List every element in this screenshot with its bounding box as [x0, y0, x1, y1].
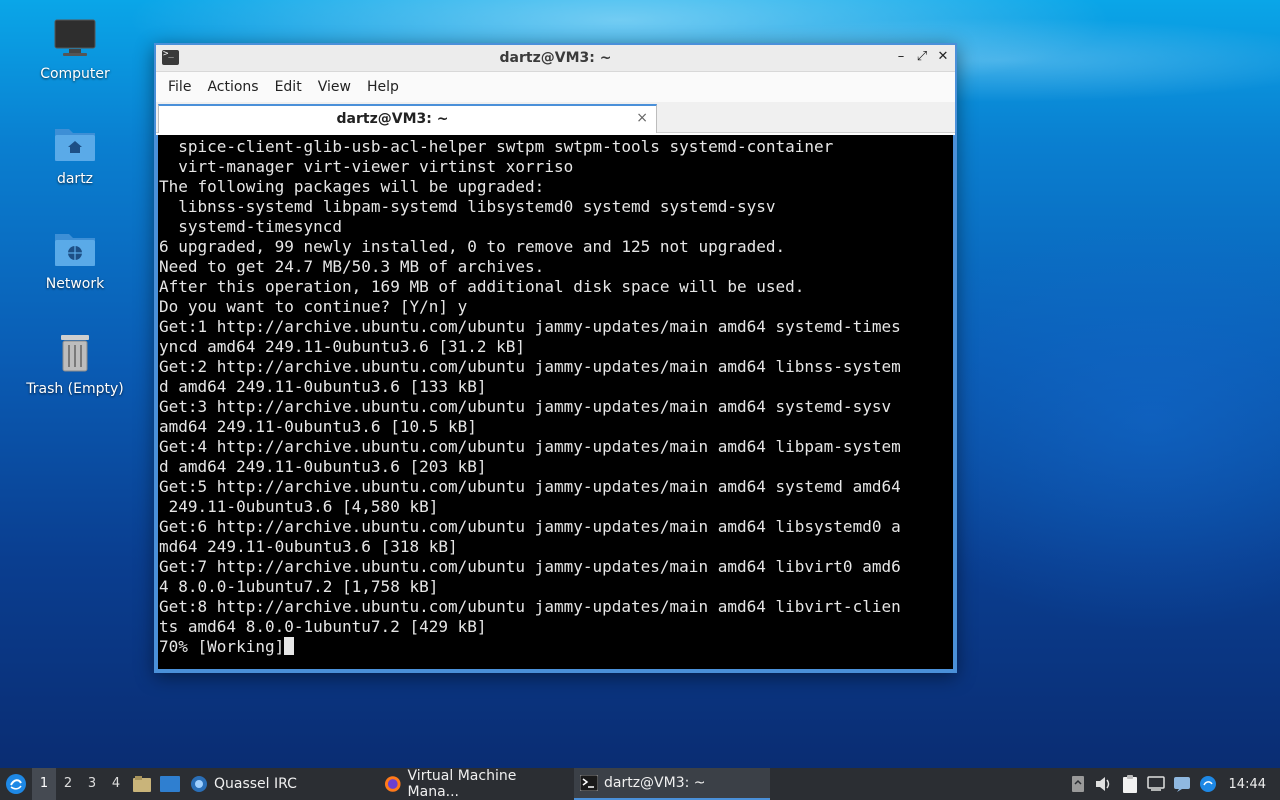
desktop-icon-label: dartz: [56, 171, 94, 187]
lubuntu-logo-icon: [6, 774, 26, 794]
desktop-icon-network[interactable]: Network: [20, 226, 130, 292]
terminal-line: Get:4 http://archive.ubuntu.com/ubuntu j…: [159, 437, 901, 456]
taskbar: 1 2 3 4 Quassel IRC Virtual Machine Mana…: [0, 768, 1280, 800]
task-virtual-machine-manager[interactable]: Virtual Machine Mana...: [378, 768, 574, 800]
terminal-line: ts amd64 8.0.0-1ubuntu7.2 [429 kB]: [159, 617, 487, 636]
terminal-line: Get:3 http://archive.ubuntu.com/ubuntu j…: [159, 397, 892, 416]
desktop-icon-label: Computer: [40, 66, 110, 82]
tab-bar: dartz@VM3: ~ ×: [156, 102, 955, 133]
workspace-2[interactable]: 2: [56, 768, 80, 800]
task-label: dartz@VM3: ~: [604, 775, 706, 791]
clock[interactable]: 14:44: [1221, 777, 1280, 792]
network-status-icon[interactable]: [1143, 768, 1169, 800]
terminal-line: Get:8 http://archive.ubuntu.com/ubuntu j…: [159, 597, 901, 616]
application-menu-button[interactable]: [0, 768, 32, 800]
tab-close-icon[interactable]: ×: [636, 110, 648, 126]
terminal-line: The following packages will be upgraded:: [159, 177, 545, 196]
terminal-line: 4 8.0.0-1ubuntu7.2 [1,758 kB]: [159, 577, 439, 596]
terminal-output[interactable]: spice-client-glib-usb-acl-helper swtpm s…: [156, 135, 955, 671]
volume-control-icon[interactable]: [1065, 768, 1091, 800]
speaker-icon[interactable]: [1091, 768, 1117, 800]
terminal-cursor: [284, 637, 295, 655]
window-title: dartz@VM3: ~: [499, 50, 612, 66]
workspace-1[interactable]: 1: [32, 768, 56, 800]
firefox-icon: [384, 776, 401, 792]
home-folder-icon: [53, 121, 97, 165]
update-notifier-icon[interactable]: [1195, 768, 1221, 800]
desktop-icon-label: Trash (Empty): [26, 381, 124, 397]
terminal-line: 249.11-0ubuntu3.6 [4,580 kB]: [159, 497, 439, 516]
task-terminal[interactable]: dartz@VM3: ~: [574, 768, 770, 800]
terminal-line: d amd64 249.11-0ubuntu3.6 [133 kB]: [159, 377, 487, 396]
workspace-3[interactable]: 3: [80, 768, 104, 800]
quassel-icon: [191, 776, 207, 792]
desktop-icon-dartz[interactable]: dartz: [20, 121, 130, 187]
window-titlebar[interactable]: dartz@VM3: ~ – ⤢ ✕: [156, 45, 955, 72]
terminal-line: Do you want to continue? [Y/n] y: [159, 297, 468, 316]
task-label: Virtual Machine Mana...: [407, 768, 517, 800]
menu-edit[interactable]: Edit: [267, 79, 310, 95]
show-desktop-button[interactable]: [156, 768, 184, 800]
terminal-line: yncd amd64 249.11-0ubuntu3.6 [31.2 kB]: [159, 337, 526, 356]
terminal-line: systemd-timesyncd: [159, 217, 343, 236]
file-manager-icon: [133, 776, 151, 792]
file-manager-launcher[interactable]: [128, 768, 156, 800]
clipboard-icon[interactable]: [1117, 768, 1143, 800]
desktop-icon-computer[interactable]: Computer: [20, 16, 130, 82]
terminal-line: libnss-systemd libpam-systemd libsystemd…: [159, 197, 776, 216]
menu-help[interactable]: Help: [359, 79, 407, 95]
tab-label: dartz@VM3: ~: [336, 111, 449, 127]
maximize-button[interactable]: ⤢: [916, 49, 928, 65]
system-tray: 14:44: [1065, 768, 1280, 800]
terminal-line: Get:5 http://archive.ubuntu.com/ubuntu j…: [159, 477, 901, 496]
terminal-prompt-line: 70% [Working]: [159, 637, 953, 657]
network-folder-icon: [53, 226, 97, 270]
menu-bar: File Actions Edit View Help: [156, 72, 955, 102]
notification-icon[interactable]: [1169, 768, 1195, 800]
close-button[interactable]: ✕: [937, 49, 949, 65]
terminal-progress-text: 70% [Working]: [159, 637, 285, 656]
window-controls: – ⤢ ✕: [895, 49, 949, 65]
terminal-line: Get:1 http://archive.ubuntu.com/ubuntu j…: [159, 317, 901, 336]
trash-icon: [53, 331, 97, 375]
terminal-line: After this operation, 169 MB of addition…: [159, 277, 805, 296]
menu-file[interactable]: File: [160, 79, 199, 95]
terminal-line: 6 upgraded, 99 newly installed, 0 to rem…: [159, 237, 786, 256]
menu-view[interactable]: View: [310, 79, 359, 95]
terminal-line: d amd64 249.11-0ubuntu3.6 [203 kB]: [159, 457, 487, 476]
task-label: Quassel IRC: [214, 776, 297, 792]
task-quassel[interactable]: Quassel IRC: [184, 768, 378, 800]
terminal-line: virt-manager virt-viewer virtinst xorris…: [159, 157, 574, 176]
terminal-line: spice-client-glib-usb-acl-helper swtpm s…: [159, 137, 834, 156]
desktop-icon-trash[interactable]: Trash (Empty): [20, 331, 130, 397]
minimize-button[interactable]: –: [895, 49, 907, 65]
desktop-icon: [160, 776, 180, 792]
terminal-line: amd64 249.11-0ubuntu3.6 [10.5 kB]: [159, 417, 477, 436]
terminal-line: Get:6 http://archive.ubuntu.com/ubuntu j…: [159, 517, 901, 536]
computer-icon: [53, 16, 97, 60]
workspace-4[interactable]: 4: [104, 768, 128, 800]
desktop-icon-label: Network: [45, 276, 105, 292]
terminal-text: spice-client-glib-usb-acl-helper swtpm s…: [158, 135, 953, 657]
tab-terminal[interactable]: dartz@VM3: ~ ×: [158, 104, 657, 133]
terminal-window: dartz@VM3: ~ – ⤢ ✕ File Actions Edit Vie…: [154, 43, 957, 673]
terminal-line: md64 249.11-0ubuntu3.6 [318 kB]: [159, 537, 458, 556]
menu-actions[interactable]: Actions: [199, 79, 266, 95]
terminal-icon: [580, 775, 598, 791]
terminal-line: Need to get 24.7 MB/50.3 MB of archives.: [159, 257, 545, 276]
terminal-line: Get:7 http://archive.ubuntu.com/ubuntu j…: [159, 557, 901, 576]
terminal-line: Get:2 http://archive.ubuntu.com/ubuntu j…: [159, 357, 901, 376]
